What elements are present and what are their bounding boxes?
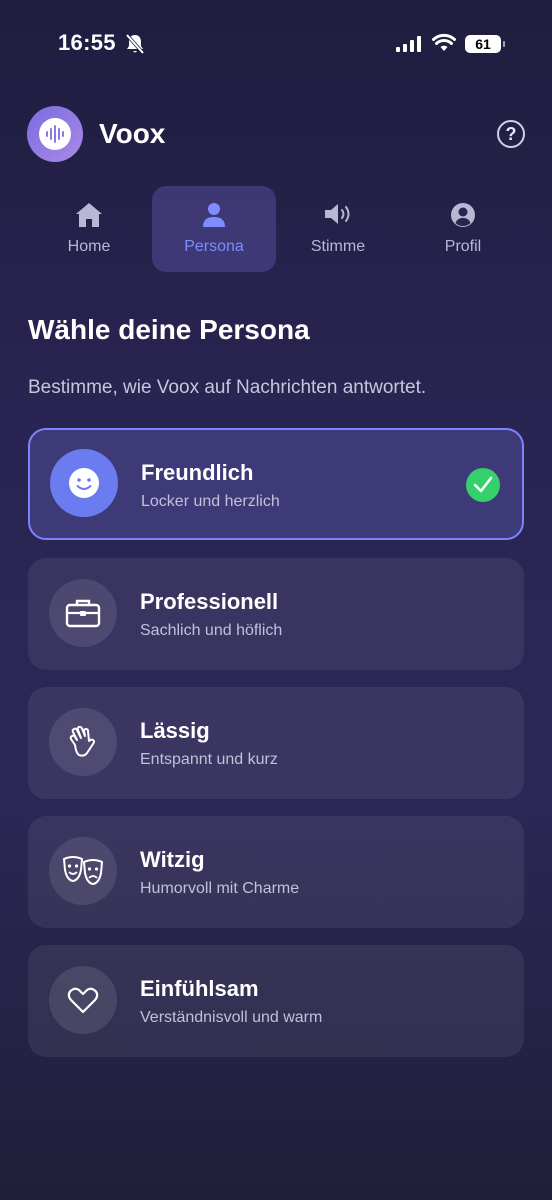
page-subtitle: Bestimme, wie Voox auf Nachrichten antwo… bbox=[28, 377, 427, 398]
cellular-signal-icon bbox=[396, 36, 422, 57]
profile-circle-icon bbox=[401, 202, 525, 230]
house-icon bbox=[27, 202, 151, 230]
persona-title: Lässig bbox=[140, 718, 210, 743]
tab-persona[interactable]: Persona bbox=[152, 186, 276, 272]
persona-description: Entspannt und kurz bbox=[140, 751, 278, 768]
persona-description: Humorvoll mit Charme bbox=[140, 880, 300, 897]
smiley-icon bbox=[50, 449, 118, 517]
battery-icon: 61 bbox=[465, 35, 505, 53]
checkmark-icon bbox=[466, 468, 500, 502]
tab-label: Home bbox=[67, 238, 111, 255]
persona-description: Sachlich und höflich bbox=[140, 622, 283, 639]
bell-slash-icon bbox=[125, 33, 145, 60]
tab-home[interactable]: Home bbox=[27, 186, 151, 272]
waving-hand-icon bbox=[49, 708, 117, 776]
persona-description: Locker und herzlich bbox=[141, 493, 280, 510]
sound-wave-icon bbox=[39, 118, 71, 150]
app-header: Voox ? bbox=[27, 106, 525, 164]
tab-label: Stimme bbox=[310, 238, 366, 255]
tab-label: Profil bbox=[444, 238, 482, 255]
status-bar: 16:55 61 bbox=[0, 0, 552, 90]
wifi-icon bbox=[432, 33, 456, 58]
status-time: 16:55 bbox=[58, 30, 116, 55]
persona-card-einfuehlsam[interactable]: Einfühlsam Verständnisvoll und warm bbox=[28, 945, 524, 1057]
speaker-icon bbox=[276, 202, 400, 230]
app-title: Voox bbox=[99, 118, 166, 149]
persona-description: Verständnisvoll und warm bbox=[140, 1009, 323, 1026]
persona-title: Freundlich bbox=[141, 460, 254, 485]
persona-title: Professionell bbox=[140, 589, 279, 614]
persona-card-witzig[interactable]: Witzig Humorvoll mit Charme bbox=[28, 816, 524, 928]
briefcase-icon bbox=[49, 579, 117, 647]
help-button[interactable]: ? bbox=[497, 120, 525, 148]
theater-masks-icon bbox=[49, 837, 117, 905]
person-icon bbox=[152, 202, 276, 230]
tab-profil[interactable]: Profil bbox=[401, 186, 525, 272]
tab-label: Persona bbox=[184, 238, 244, 255]
tab-stimme[interactable]: Stimme bbox=[276, 186, 400, 272]
app-logo bbox=[27, 106, 83, 162]
heart-icon bbox=[49, 966, 117, 1034]
persona-card-laessig[interactable]: Lässig Entspannt und kurz bbox=[28, 687, 524, 799]
persona-title: Einfühlsam bbox=[140, 976, 259, 1001]
persona-title: Witzig bbox=[140, 847, 205, 872]
tab-bar: Home Persona Stimme Profil bbox=[27, 186, 525, 272]
persona-card-freundlich[interactable]: Freundlich Locker und herzlich bbox=[28, 428, 524, 540]
page-title: Wähle deine Persona bbox=[28, 314, 310, 345]
persona-card-professionell[interactable]: Professionell Sachlich und höflich bbox=[28, 558, 524, 670]
